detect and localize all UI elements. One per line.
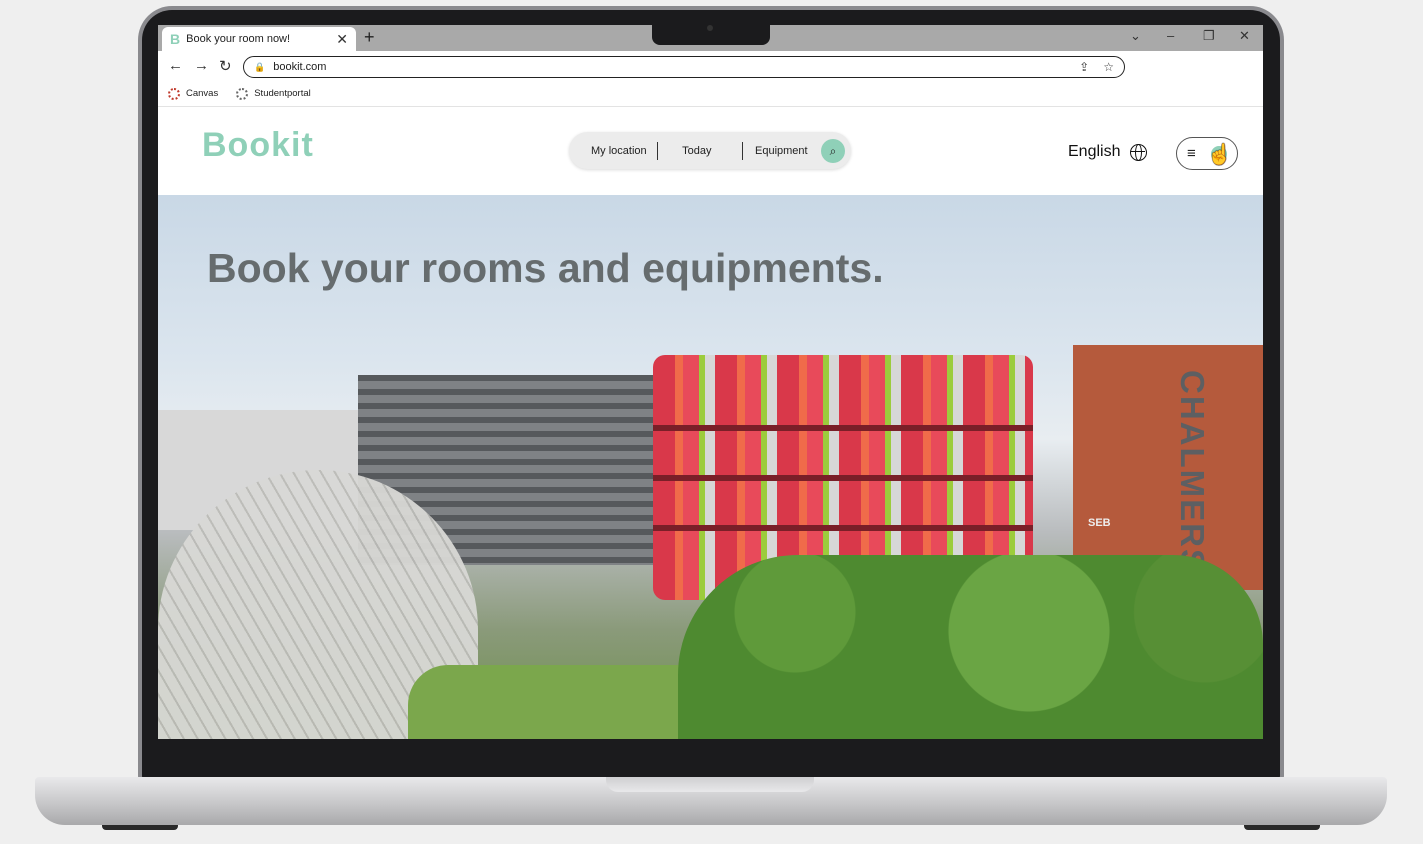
hand-cursor-icon: ☝ <box>1207 144 1232 166</box>
new-tab-icon[interactable]: + <box>364 27 375 48</box>
studentportal-icon <box>236 87 249 100</box>
tab-search-icon[interactable]: ⌄ <box>1130 28 1141 44</box>
canvas-icon <box>168 87 180 100</box>
hero-banner: CHALMERS SEB Book your rooms and equipme… <box>158 195 1263 739</box>
browser-tab[interactable]: B Book your room now! ✕ <box>162 27 356 51</box>
search-icon[interactable]: ⌕ <box>821 139 845 163</box>
hamburger-icon: ≡ <box>1187 145 1196 162</box>
hero-title: Book your rooms and equipments. <box>207 245 884 291</box>
reload-icon[interactable]: ↻ <box>219 57 232 75</box>
bookmark-star-icon[interactable]: ☆ <box>1103 60 1114 74</box>
tower-band <box>653 475 1033 481</box>
forward-icon[interactable]: → <box>194 57 209 74</box>
search-bar[interactable]: My location Today Equipment ⌕ <box>569 132 851 169</box>
close-window-icon[interactable]: ✕ <box>1239 28 1250 44</box>
laptop-groove <box>606 777 814 792</box>
url-text: bookit.com <box>273 61 327 73</box>
bookmark-label: Studentportal <box>254 88 311 99</box>
bookmark-studentportal[interactable]: Studentportal <box>236 87 311 100</box>
minimize-icon[interactable]: – <box>1167 28 1174 43</box>
bookmark-label: Canvas <box>186 88 219 99</box>
restore-icon[interactable]: ❐ <box>1203 28 1215 44</box>
screen: B Book your room now! ✕ + ⌄ – ❐ ✕ ← → ↻ … <box>158 25 1263 739</box>
site-header: Bookit My location Today Equipment ⌕ Eng… <box>158 108 1263 195</box>
camera-icon <box>707 25 713 31</box>
building-brick <box>1073 345 1263 590</box>
address-bar[interactable]: 🔒 bookit.com ⇪ ☆ <box>243 56 1125 78</box>
share-icon[interactable]: ⇪ <box>1079 60 1089 74</box>
bookit-favicon-icon: B <box>170 31 181 47</box>
laptop-foot <box>102 825 178 830</box>
chalmers-sign: CHALMERS <box>1174 370 1211 573</box>
bookmarks-bar: Canvas Studentportal <box>158 81 1263 107</box>
language-label: English <box>1068 143 1121 160</box>
globe-icon <box>1130 143 1148 161</box>
bookit-logo[interactable]: Bookit <box>202 126 314 165</box>
lock-icon: 🔒 <box>254 61 266 72</box>
bookmark-canvas[interactable]: Canvas <box>168 87 219 100</box>
equipment-filter[interactable]: Equipment <box>743 145 818 157</box>
date-filter[interactable]: Today <box>658 145 741 157</box>
back-icon[interactable]: ← <box>168 57 183 74</box>
tab-title: Book your room now! <box>186 33 291 45</box>
tower-band <box>653 525 1033 531</box>
tower-band <box>653 425 1033 431</box>
language-selector[interactable]: English <box>1068 143 1148 161</box>
trees <box>678 555 1263 739</box>
close-tab-icon[interactable]: ✕ <box>336 31 348 48</box>
location-filter[interactable]: My location <box>591 145 657 157</box>
browser-toolbar: ← → ↻ 🔒 bookit.com ⇪ ☆ <box>158 51 1263 81</box>
laptop-foot <box>1244 825 1320 830</box>
seb-sign: SEB <box>1088 517 1111 529</box>
